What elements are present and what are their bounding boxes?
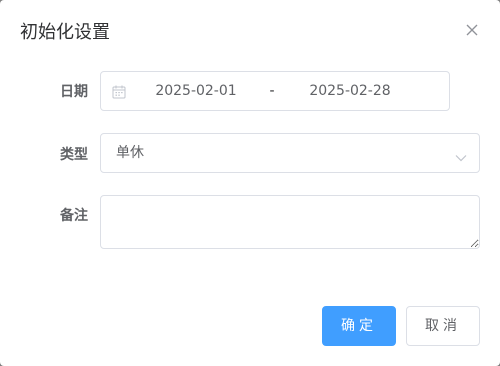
date-range-picker[interactable]: 2025-02-01 - 2025-02-28: [100, 71, 450, 111]
confirm-button[interactable]: 确定: [322, 306, 396, 346]
date-range-separator: -: [269, 83, 275, 99]
date-label: 日期: [60, 84, 88, 100]
init-settings-dialog: 初始化设置 日期 2025-02-01 - 2025-02-28 类型 单休 备…: [0, 0, 500, 366]
dialog-title: 初始化设置: [20, 22, 110, 43]
calendar-icon: [112, 84, 126, 99]
cancel-button[interactable]: 取消: [406, 306, 480, 346]
type-select-value: 单休: [116, 145, 144, 161]
remark-textarea[interactable]: [100, 195, 480, 249]
close-icon[interactable]: [464, 22, 480, 38]
chevron-down-icon: [455, 148, 467, 162]
end-date-input[interactable]: 2025-02-28: [295, 72, 405, 110]
type-select[interactable]: 单休: [100, 133, 480, 173]
remark-label: 备注: [60, 208, 88, 224]
start-date-input[interactable]: 2025-02-01: [141, 72, 251, 110]
type-label: 类型: [60, 147, 88, 163]
